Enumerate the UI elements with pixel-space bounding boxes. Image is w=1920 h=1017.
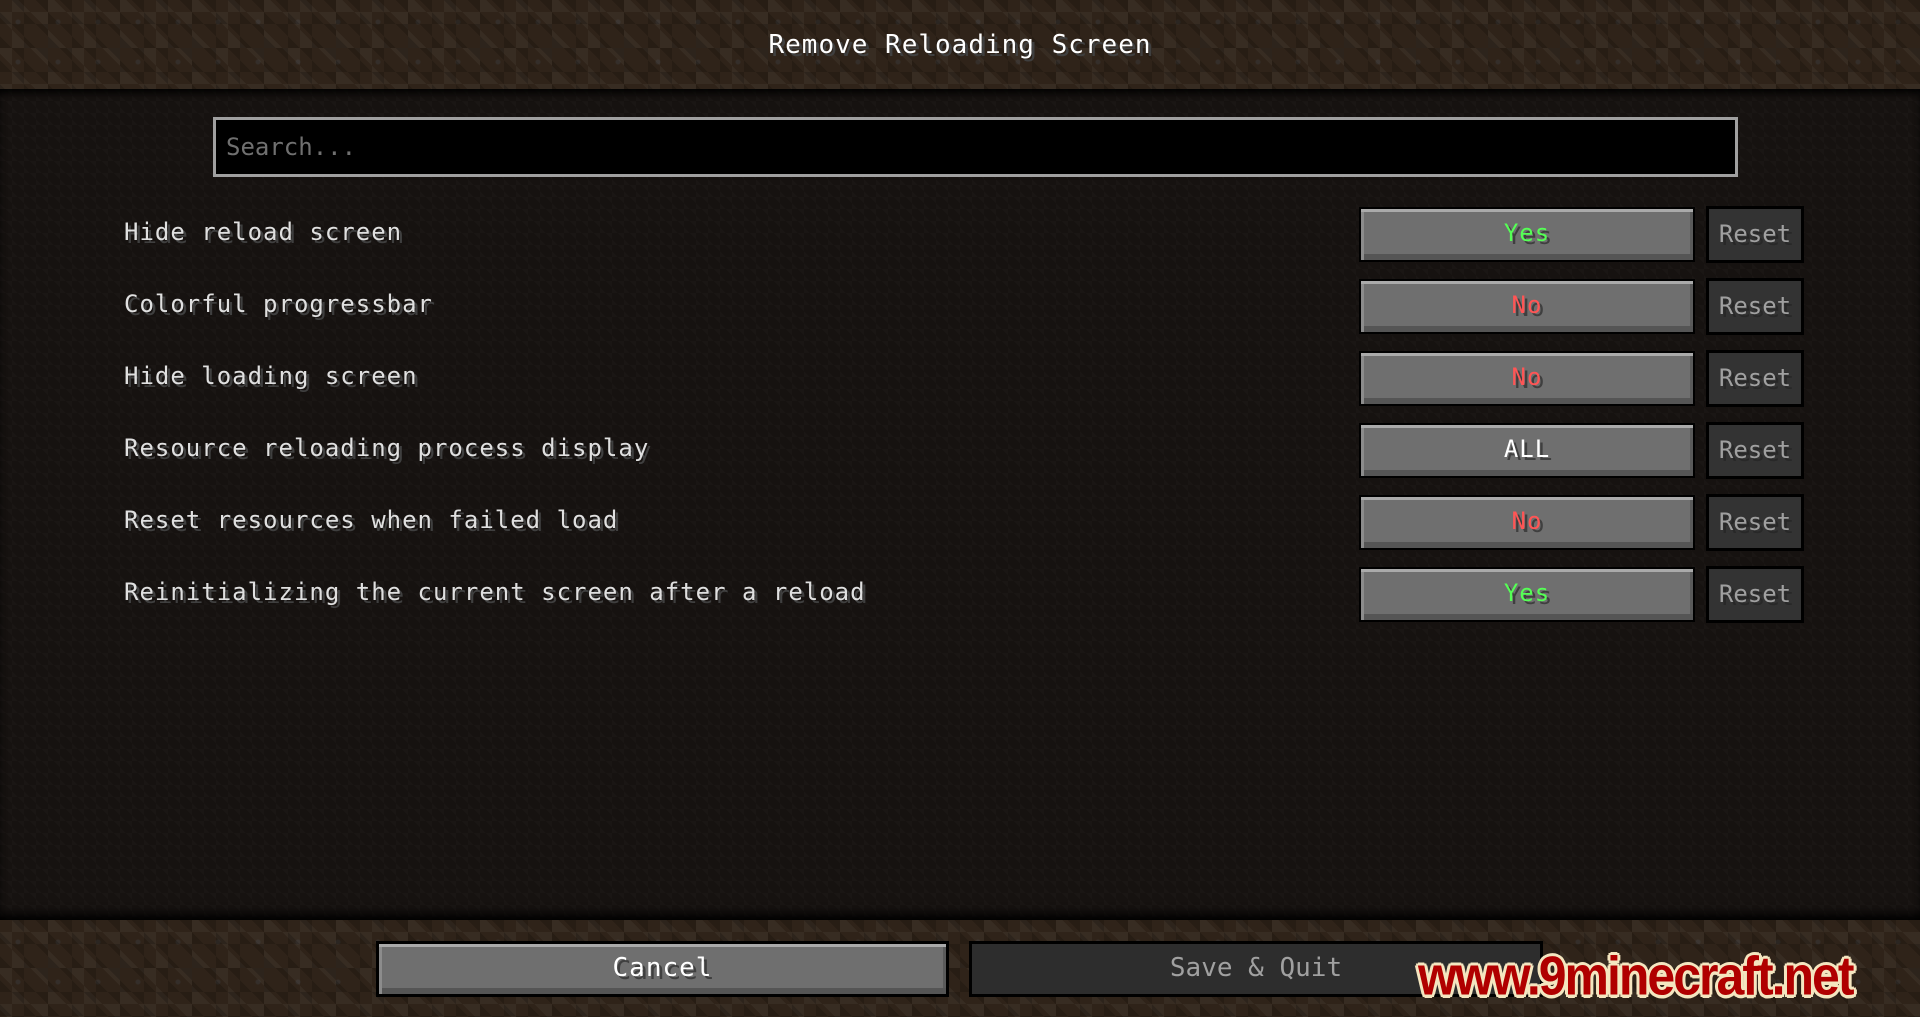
reset-label: Reset (1718, 508, 1792, 536)
setting-label: Reinitializing the current screen after … (124, 578, 866, 606)
reset-button[interactable]: Reset (1706, 566, 1804, 623)
setting-value-button[interactable]: No (1359, 495, 1695, 550)
reset-label: Reset (1718, 436, 1792, 464)
setting-label: Hide reload screen (124, 218, 403, 246)
setting-value-button[interactable]: No (1359, 351, 1695, 406)
cancel-button[interactable]: Cancel (376, 941, 949, 997)
setting-label: Resource reloading process display (124, 434, 650, 462)
setting-value-button[interactable]: Yes (1359, 567, 1695, 622)
reset-label: Reset (1718, 220, 1792, 248)
reset-button[interactable]: Reset (1706, 278, 1804, 335)
search-input[interactable] (213, 117, 1738, 177)
reset-button[interactable]: Reset (1706, 350, 1804, 407)
setting-label: Colorful progressbar (124, 290, 433, 318)
setting-label: Hide loading screen (124, 362, 418, 390)
setting-value-button[interactable]: No (1359, 279, 1695, 334)
reset-button[interactable]: Reset (1706, 206, 1804, 263)
setting-label: Reset resources when failed load (124, 506, 619, 534)
reset-button[interactable]: Reset (1706, 422, 1804, 479)
reset-button[interactable]: Reset (1706, 494, 1804, 551)
watermark-logo: www.9minecraft.net (1418, 945, 1854, 1007)
header-bar: Remove Reloading Screen (0, 0, 1920, 89)
page-title: Remove Reloading Screen (768, 30, 1152, 60)
reset-label: Reset (1718, 364, 1792, 392)
setting-value-button[interactable]: Yes (1359, 207, 1695, 262)
reset-label: Reset (1718, 580, 1792, 608)
setting-value-button[interactable]: ALL (1359, 423, 1695, 478)
reset-label: Reset (1718, 292, 1792, 320)
